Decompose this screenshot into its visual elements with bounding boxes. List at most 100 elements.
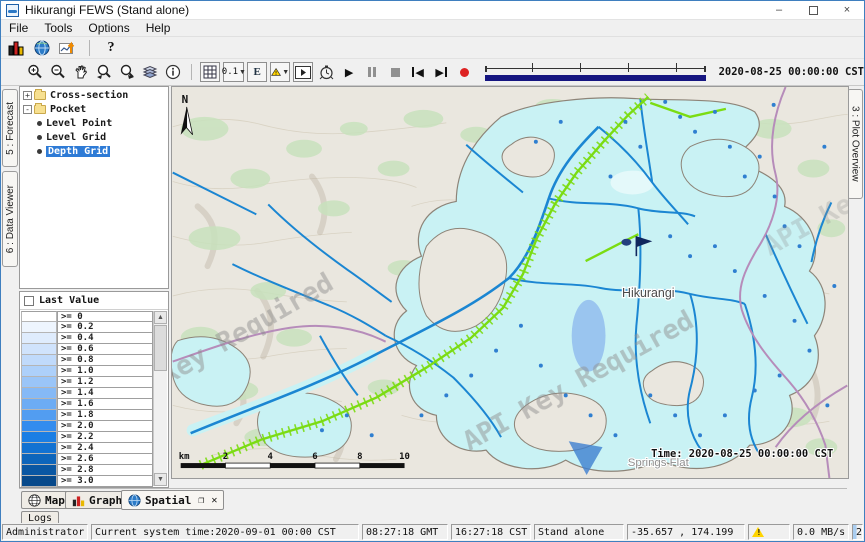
contour-interval-dropdown[interactable]: 0.1 ▼ <box>223 62 244 82</box>
record-button[interactable] <box>454 62 474 82</box>
map-viewport[interactable]: API Key Required API Key Required API Ke… <box>171 86 849 479</box>
skip-start-icon <box>412 67 414 77</box>
zoom-in-icon[interactable] <box>25 62 45 82</box>
app-logo-icon <box>6 4 19 17</box>
toolbar-separator <box>89 40 90 56</box>
close-pane-icon[interactable]: ✕ <box>211 495 217 506</box>
tab-spatial[interactable]: Spatial ❐ ✕ <box>121 490 224 510</box>
menu-tools[interactable]: Tools <box>36 21 80 35</box>
expand-icon[interactable]: + <box>23 91 32 100</box>
legend-header: Last Value <box>20 292 168 310</box>
legend-row[interactable]: >= 0.2 <box>21 322 153 333</box>
pan-hand-icon[interactable] <box>71 62 91 82</box>
play-button[interactable]: ▶ <box>339 62 359 82</box>
zoom-next-icon[interactable] <box>117 62 137 82</box>
tree-item-level-point[interactable]: Level Point <box>20 117 168 129</box>
tab-forecast[interactable]: 5 : Forecast <box>2 89 18 167</box>
globe-icon[interactable] <box>32 38 52 58</box>
legend-row[interactable]: >= 0.8 <box>21 355 153 366</box>
legend-list: >= 0 >= 0.2 >= 0.4 >= 0.6 >= 0.8 >= 1.0 … <box>21 311 153 487</box>
tree-item-depth-grid[interactable]: Depth Grid <box>20 145 168 157</box>
timeseries-import-icon[interactable] <box>58 38 78 58</box>
legend-row[interactable]: >= 1.2 <box>21 377 153 388</box>
tab-plot-overview[interactable]: 3 : Plot Overview <box>847 89 863 199</box>
info-icon[interactable] <box>163 62 183 82</box>
tab-data-viewer[interactable]: 6 : Data Viewer <box>2 171 18 267</box>
legend-row[interactable]: >= 1.0 <box>21 366 153 377</box>
menu-file[interactable]: File <box>1 21 36 35</box>
scroll-thumb[interactable] <box>154 325 167 371</box>
explorer-bars-icon[interactable] <box>6 38 26 58</box>
legend-row[interactable]: >= 2.8 <box>21 465 153 476</box>
legend-swatch <box>21 377 57 388</box>
tree-item-label: Cross-section <box>50 90 128 101</box>
zoom-previous-icon[interactable] <box>94 62 114 82</box>
skip-end-button[interactable]: ▶ <box>431 62 451 82</box>
restore-pane-icon[interactable]: ❐ <box>198 495 204 506</box>
legend-row[interactable]: >= 1.8 <box>21 410 153 421</box>
scale-tick: 2 <box>223 452 228 462</box>
animation-button[interactable] <box>293 62 313 82</box>
legend-value: >= 2.2 <box>57 432 153 443</box>
legend-row[interactable]: >= 1.6 <box>21 399 153 410</box>
scroll-down-icon[interactable]: ▼ <box>154 473 167 486</box>
maximize-button[interactable] <box>796 1 830 19</box>
timer-icon[interactable] <box>316 62 336 82</box>
map-time-label: Time: 2020-08-25 00:00:00 CST <box>651 448 833 460</box>
legend-row[interactable]: >= 2.6 <box>21 454 153 465</box>
folder-icon <box>34 105 46 114</box>
scale-tick: 4 <box>268 452 273 462</box>
tab-graph[interactable]: Graph <box>65 491 129 509</box>
legend-row[interactable]: >= 2.2 <box>21 432 153 443</box>
legend-swatch <box>21 322 57 333</box>
skip-start-arrow: ◀ <box>415 66 423 79</box>
grid-display-button[interactable] <box>200 62 220 82</box>
minimize-button[interactable]: – <box>762 1 796 19</box>
legend-row[interactable]: >= 2.0 <box>21 421 153 432</box>
stop-icon <box>391 68 400 77</box>
legend-value: >= 1.8 <box>57 410 153 421</box>
scroll-up-icon[interactable]: ▲ <box>154 311 167 324</box>
time-slider-range-bar[interactable] <box>485 75 705 81</box>
legend-title: Last Value <box>39 295 99 306</box>
chevron-down-icon: ▼ <box>282 69 289 76</box>
last-value-checkbox[interactable] <box>24 296 34 306</box>
warnings-dropdown[interactable]: ▼ <box>270 62 290 82</box>
current-time-display: 2020-08-25 00:00:00 CST <box>719 66 864 78</box>
layers-icon[interactable] <box>140 62 160 82</box>
scale-unit-label: km <box>179 452 190 462</box>
tree-item-level-grid[interactable]: Level Grid <box>20 131 168 143</box>
legend-value: >= 1.4 <box>57 388 153 399</box>
label-toggle-button[interactable]: E <box>247 62 267 82</box>
folder-icon <box>34 91 46 100</box>
tab-map-label: Map <box>45 494 65 507</box>
legend-value: >= 1.6 <box>57 399 153 410</box>
map-canvas[interactable]: API Key Required API Key Required API Ke… <box>172 87 848 478</box>
title-bar: Hikurangi FEWS (Stand alone) – × <box>1 1 864 20</box>
tree-item-pocket[interactable]: - Pocket <box>20 103 168 115</box>
tree-item-cross-section[interactable]: + Cross-section <box>20 89 168 101</box>
menu-help[interactable]: Help <box>138 21 179 35</box>
collapse-icon[interactable]: - <box>23 105 32 114</box>
legend-row[interactable]: >= 3.0 <box>21 476 153 487</box>
status-warning-cell[interactable] <box>748 524 790 540</box>
close-button[interactable]: × <box>830 1 864 19</box>
help-button[interactable]: ? <box>101 38 121 58</box>
menu-options[interactable]: Options <box>80 21 137 35</box>
legend-row[interactable]: >= 0 <box>21 311 153 322</box>
legend-swatch <box>21 311 57 322</box>
legend-row[interactable]: >= 2.4 <box>21 443 153 454</box>
layer-tree: + Cross-section - Pocket Level Point Lev… <box>19 86 169 289</box>
legend-swatch <box>21 344 57 355</box>
time-slider[interactable] <box>483 62 707 82</box>
legend-scrollbar[interactable]: ▲ ▼ <box>153 311 167 486</box>
legend-row[interactable]: >= 1.4 <box>21 388 153 399</box>
legend-value: >= 0.6 <box>57 344 153 355</box>
stop-button[interactable] <box>385 62 405 82</box>
skip-start-button[interactable]: ◀ <box>408 62 428 82</box>
legend-row[interactable]: >= 0.6 <box>21 344 153 355</box>
status-bar: Administrator Current system time:2020-0… <box>1 523 864 541</box>
pause-button[interactable] <box>362 62 382 82</box>
legend-row[interactable]: >= 0.4 <box>21 333 153 344</box>
zoom-out-icon[interactable] <box>48 62 68 82</box>
